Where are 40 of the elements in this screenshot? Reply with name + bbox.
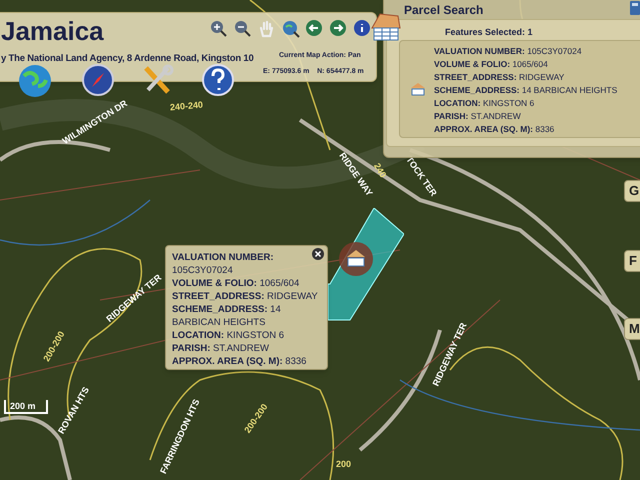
globe-icon[interactable]: [18, 64, 52, 98]
calculator-icon[interactable]: [630, 1, 640, 15]
side-tab[interactable]: M: [624, 318, 640, 340]
close-icon[interactable]: [312, 248, 324, 260]
parcel-table-icon[interactable]: [370, 12, 402, 42]
popup-line: 105C3Y07024: [172, 264, 233, 277]
tools-icon[interactable]: [142, 64, 174, 96]
attribute-row: LOCATION: KINGSTON 6: [434, 97, 534, 110]
globe-magnifier-icon[interactable]: [281, 19, 300, 38]
app-title: Jamaica: [1, 15, 104, 47]
agency-address: y The National Land Agency, 8 Ardenne Road, Kingston 10: [1, 52, 254, 66]
popup-line: PARISH: ST.ANDREW: [172, 342, 269, 355]
attribute-row: PARISH: ST.ANDREW: [434, 110, 521, 123]
popup-line: BARBICAN HEIGHTS: [172, 316, 266, 329]
compass-icon[interactable]: [82, 64, 114, 96]
attribute-row: SCHEME_ADDRESS: 14 BARBICAN HEIGHTS: [434, 84, 618, 97]
side-tab[interactable]: G: [624, 180, 640, 202]
zoom-out-icon[interactable]: [233, 19, 252, 38]
attribute-row: VALUATION NUMBER: 105C3Y07024: [434, 45, 582, 58]
popup-line: STREET_ADDRESS: RIDGEWAY: [172, 290, 318, 303]
scale-bar: 200 m: [4, 400, 48, 414]
side-tab[interactable]: F: [624, 250, 640, 272]
features-selected-count: Features Selected: 1: [445, 26, 533, 39]
popup-line: VOLUME & FOLIO: 1065/604: [172, 277, 300, 290]
map-label: 200: [336, 458, 352, 471]
info-icon[interactable]: [353, 19, 372, 38]
popup-line: APPROX. AREA (SQ. M): 8336: [172, 355, 306, 368]
parcel-icon: [410, 81, 426, 97]
zoom-in-icon[interactable]: [209, 19, 228, 38]
attribute-row: VOLUME & FOLIO: 1065/604: [434, 58, 548, 71]
help-icon[interactable]: [202, 64, 234, 96]
map-label: 240-240: [169, 98, 204, 114]
attribute-row: APPROX. AREA (SQ. M): 8336: [434, 123, 554, 136]
popup-line: LOCATION: KINGSTON 6: [172, 329, 284, 342]
map-label: 240: [372, 160, 390, 180]
attribute-row: STREET_ADDRESS: RIDGEWAY: [434, 71, 564, 84]
panel-title: Parcel Search: [404, 2, 484, 19]
popup-line: VALUATION NUMBER:: [172, 251, 274, 264]
parcel-marker-icon[interactable]: [338, 241, 374, 277]
popup-line: SCHEME_ADDRESS: 14: [172, 303, 281, 316]
